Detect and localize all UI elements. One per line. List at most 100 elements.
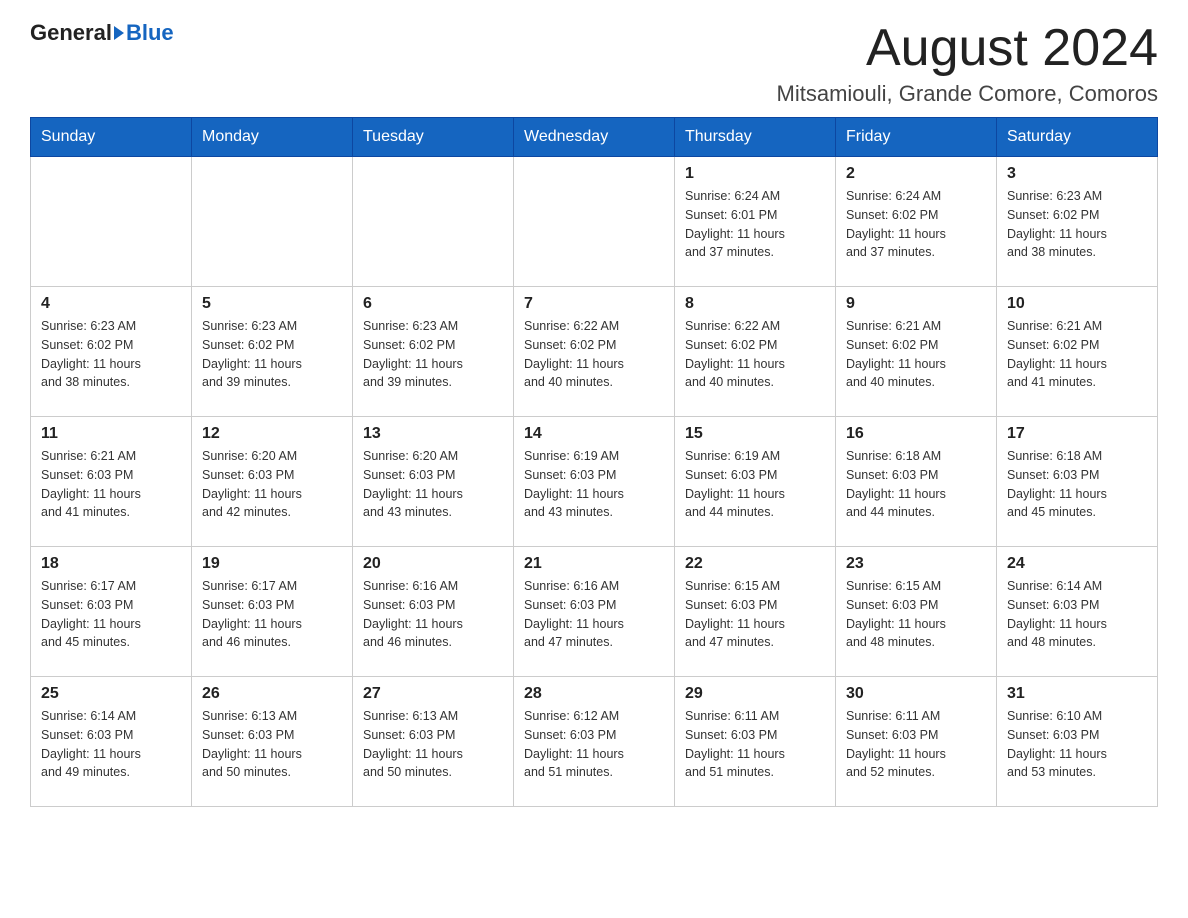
day-info: Sunrise: 6:19 AMSunset: 6:03 PMDaylight:… xyxy=(685,447,825,522)
day-info: Sunrise: 6:11 AMSunset: 6:03 PMDaylight:… xyxy=(685,707,825,782)
day-number: 12 xyxy=(202,425,342,443)
day-number: 25 xyxy=(41,685,181,703)
day-info: Sunrise: 6:23 AMSunset: 6:02 PMDaylight:… xyxy=(41,317,181,392)
calendar-cell: 30 Sunrise: 6:11 AMSunset: 6:03 PMDayligh… xyxy=(836,677,997,807)
day-info: Sunrise: 6:10 AMSunset: 6:03 PMDaylight:… xyxy=(1007,707,1147,782)
day-info: Sunrise: 6:22 AMSunset: 6:02 PMDaylight:… xyxy=(524,317,664,392)
calendar-cell: 5 Sunrise: 6:23 AMSunset: 6:02 PMDaylight… xyxy=(192,287,353,417)
calendar-table: SundayMondayTuesdayWednesdayThursdayFrid… xyxy=(30,117,1158,807)
calendar-cell: 22Sunrise: 6:15 AMSunset: 6:03 PMDayligh… xyxy=(675,547,836,677)
header-monday: Monday xyxy=(192,118,353,157)
week-row-5: 25Sunrise: 6:14 AMSunset: 6:03 PMDayligh… xyxy=(31,677,1158,807)
calendar-cell: 13Sunrise: 6:20 AMSunset: 6:03 PMDayligh… xyxy=(353,417,514,547)
header-friday: Friday xyxy=(836,118,997,157)
day-info: Sunrise: 6:12 AMSunset: 6:03 PMDaylight:… xyxy=(524,707,664,782)
calendar-cell: 7Sunrise: 6:22 AMSunset: 6:02 PMDaylight… xyxy=(514,287,675,417)
calendar-cell xyxy=(31,157,192,287)
day-info: Sunrise: 6:11 AMSunset: 6:03 PMDaylight:… xyxy=(846,707,986,782)
calendar-cell: 1Sunrise: 6:24 AMSunset: 6:01 PMDaylight… xyxy=(675,157,836,287)
header-thursday: Thursday xyxy=(675,118,836,157)
logo-arrow-icon xyxy=(114,26,124,40)
day-info: Sunrise: 6:23 AMSunset: 6:02 PMDaylight:… xyxy=(1007,187,1147,262)
day-info: Sunrise: 6:19 AMSunset: 6:03 PMDaylight:… xyxy=(524,447,664,522)
week-row-3: 11 Sunrise: 6:21 AMSunset: 6:03 PMDayligh… xyxy=(31,417,1158,547)
day-info: Sunrise: 6:14 AMSunset: 6:03 PMDaylight:… xyxy=(1007,577,1147,652)
day-number: 20 xyxy=(363,555,503,573)
day-info: Sunrise: 6:18 AMSunset: 6:03 PMDaylight:… xyxy=(846,447,986,522)
week-row-1: 1Sunrise: 6:24 AMSunset: 6:01 PMDaylight… xyxy=(31,157,1158,287)
day-number: 5 xyxy=(202,295,342,313)
day-number: 3 xyxy=(1007,165,1147,183)
calendar-cell: 4 Sunrise: 6:23 AMSunset: 6:02 PMDaylight… xyxy=(31,287,192,417)
day-info: Sunrise: 6:23 AMSunset: 6:02 PMDaylight:… xyxy=(202,317,342,392)
calendar-cell: 8 Sunrise: 6:22 AMSunset: 6:02 PMDaylight… xyxy=(675,287,836,417)
day-number: 21 xyxy=(524,555,664,573)
header-wednesday: Wednesday xyxy=(514,118,675,157)
calendar-cell: 28 Sunrise: 6:12 AMSunset: 6:03 PMDayligh… xyxy=(514,677,675,807)
calendar-cell: 21 Sunrise: 6:16 AMSunset: 6:03 PMDayligh… xyxy=(514,547,675,677)
calendar-cell: 9 Sunrise: 6:21 AMSunset: 6:02 PMDaylight… xyxy=(836,287,997,417)
day-number: 24 xyxy=(1007,555,1147,573)
logo: General Blue xyxy=(30,20,174,46)
calendar-cell: 15 Sunrise: 6:19 AMSunset: 6:03 PMDayligh… xyxy=(675,417,836,547)
day-info: Sunrise: 6:17 AMSunset: 6:03 PMDaylight:… xyxy=(41,577,181,652)
calendar-cell: 12 Sunrise: 6:20 AMSunset: 6:03 PMDayligh… xyxy=(192,417,353,547)
day-number: 2 xyxy=(846,165,986,183)
day-number: 15 xyxy=(685,425,825,443)
header-sunday: Sunday xyxy=(31,118,192,157)
main-title: August 2024 xyxy=(777,20,1158,77)
calendar-cell: 31 Sunrise: 6:10 AMSunset: 6:03 PMDayligh… xyxy=(997,677,1158,807)
day-info: Sunrise: 6:24 AMSunset: 6:02 PMDaylight:… xyxy=(846,187,986,262)
day-number: 17 xyxy=(1007,425,1147,443)
calendar-cell: 18 Sunrise: 6:17 AMSunset: 6:03 PMDayligh… xyxy=(31,547,192,677)
day-info: Sunrise: 6:24 AMSunset: 6:01 PMDaylight:… xyxy=(685,187,825,262)
day-number: 16 xyxy=(846,425,986,443)
calendar-cell: 26 Sunrise: 6:13 AMSunset: 6:03 PMDayligh… xyxy=(192,677,353,807)
day-info: Sunrise: 6:13 AMSunset: 6:03 PMDaylight:… xyxy=(363,707,503,782)
day-info: Sunrise: 6:16 AMSunset: 6:03 PMDaylight:… xyxy=(524,577,664,652)
day-number: 26 xyxy=(202,685,342,703)
day-number: 23 xyxy=(846,555,986,573)
day-info: Sunrise: 6:18 AMSunset: 6:03 PMDaylight:… xyxy=(1007,447,1147,522)
week-row-2: 4 Sunrise: 6:23 AMSunset: 6:02 PMDaylight… xyxy=(31,287,1158,417)
day-number: 9 xyxy=(846,295,986,313)
day-number: 22 xyxy=(685,555,825,573)
title-block: August 2024 Mitsamiouli, Grande Comore, … xyxy=(777,20,1158,107)
day-number: 18 xyxy=(41,555,181,573)
day-number: 19 xyxy=(202,555,342,573)
day-number: 6 xyxy=(363,295,503,313)
day-info: Sunrise: 6:22 AMSunset: 6:02 PMDaylight:… xyxy=(685,317,825,392)
day-number: 8 xyxy=(685,295,825,313)
day-info: Sunrise: 6:21 AMSunset: 6:03 PMDaylight:… xyxy=(41,447,181,522)
calendar-cell: 14Sunrise: 6:19 AMSunset: 6:03 PMDayligh… xyxy=(514,417,675,547)
day-number: 30 xyxy=(846,685,986,703)
day-info: Sunrise: 6:17 AMSunset: 6:03 PMDaylight:… xyxy=(202,577,342,652)
day-info: Sunrise: 6:13 AMSunset: 6:03 PMDaylight:… xyxy=(202,707,342,782)
day-info: Sunrise: 6:23 AMSunset: 6:02 PMDaylight:… xyxy=(363,317,503,392)
calendar-cell: 6 Sunrise: 6:23 AMSunset: 6:02 PMDaylight… xyxy=(353,287,514,417)
calendar-cell: 10Sunrise: 6:21 AMSunset: 6:02 PMDayligh… xyxy=(997,287,1158,417)
day-number: 13 xyxy=(363,425,503,443)
day-number: 28 xyxy=(524,685,664,703)
calendar-cell: 25Sunrise: 6:14 AMSunset: 6:03 PMDayligh… xyxy=(31,677,192,807)
day-info: Sunrise: 6:21 AMSunset: 6:02 PMDaylight:… xyxy=(846,317,986,392)
calendar-cell xyxy=(353,157,514,287)
day-info: Sunrise: 6:20 AMSunset: 6:03 PMDaylight:… xyxy=(202,447,342,522)
subtitle: Mitsamiouli, Grande Comore, Comoros xyxy=(777,81,1158,107)
day-number: 4 xyxy=(41,295,181,313)
calendar-cell: 29Sunrise: 6:11 AMSunset: 6:03 PMDayligh… xyxy=(675,677,836,807)
day-info: Sunrise: 6:21 AMSunset: 6:02 PMDaylight:… xyxy=(1007,317,1147,392)
calendar-cell: 23Sunrise: 6:15 AMSunset: 6:03 PMDayligh… xyxy=(836,547,997,677)
day-number: 31 xyxy=(1007,685,1147,703)
day-number: 11 xyxy=(41,425,181,443)
calendar-cell: 20 Sunrise: 6:16 AMSunset: 6:03 PMDayligh… xyxy=(353,547,514,677)
calendar-cell: 11 Sunrise: 6:21 AMSunset: 6:03 PMDayligh… xyxy=(31,417,192,547)
calendar-cell: 2 Sunrise: 6:24 AMSunset: 6:02 PMDaylight… xyxy=(836,157,997,287)
logo-general: General xyxy=(30,20,112,46)
calendar-cell: 16 Sunrise: 6:18 AMSunset: 6:03 PMDayligh… xyxy=(836,417,997,547)
calendar-cell: 19 Sunrise: 6:17 AMSunset: 6:03 PMDayligh… xyxy=(192,547,353,677)
day-info: Sunrise: 6:16 AMSunset: 6:03 PMDaylight:… xyxy=(363,577,503,652)
calendar-cell: 17 Sunrise: 6:18 AMSunset: 6:03 PMDayligh… xyxy=(997,417,1158,547)
calendar-cell xyxy=(192,157,353,287)
calendar-cell: 24 Sunrise: 6:14 AMSunset: 6:03 PMDayligh… xyxy=(997,547,1158,677)
